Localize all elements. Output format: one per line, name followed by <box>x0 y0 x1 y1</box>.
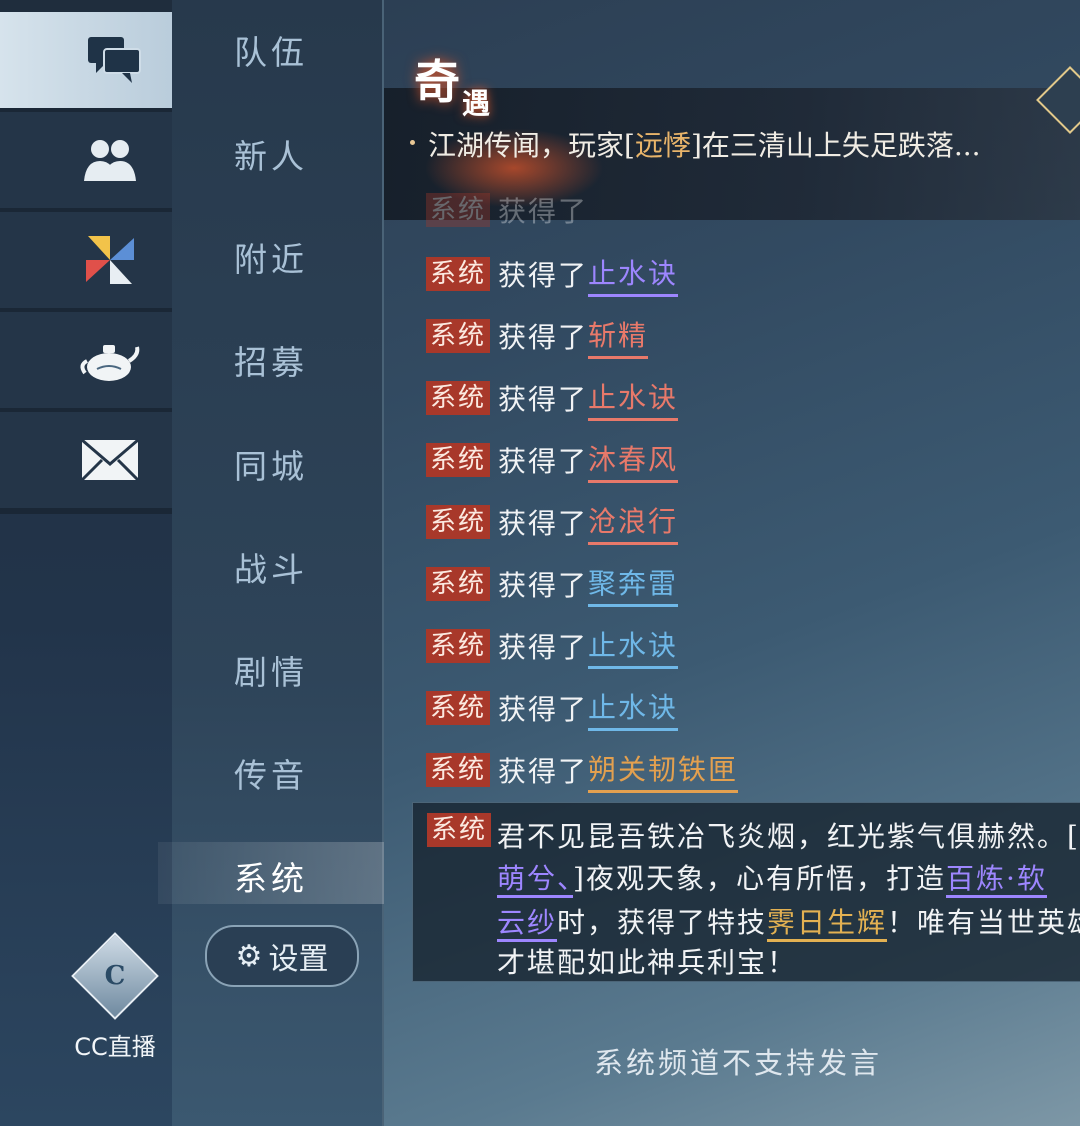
system-tag: 系统 <box>426 629 491 663</box>
chat-row: 系统 获得了 朔关韧铁匣 <box>426 752 739 793</box>
obtain-verb: 获得了 <box>498 693 589 726</box>
channel-city[interactable]: 同城 <box>234 440 308 488</box>
banner-message-prefix: 江湖传闻，玩家[ <box>428 129 635 162</box>
chat-row: 系统 获得了 止水诀 <box>426 380 679 421</box>
announcement-line-2: 萌兮、]夜观天象，心有所悟，打造百炼·软 <box>497 857 1047 898</box>
item-link[interactable]: 止水诀 <box>588 376 679 421</box>
obtain-verb: 获得了 <box>498 195 589 228</box>
announcement-skill[interactable]: 霁日生辉 <box>767 906 888 942</box>
announcement-weapon-part1[interactable]: 百炼·软 <box>945 862 1047 898</box>
channel-nearby[interactable]: 附近 <box>234 233 308 281</box>
obtain-verb: 获得了 <box>498 321 589 354</box>
announcement-line3-end: ！唯有当世英雄 <box>887 906 1080 939</box>
item-link[interactable]: 朔关韧铁匣 <box>588 748 739 793</box>
settings-label: 设置 <box>268 942 329 977</box>
channel-story[interactable]: 剧情 <box>234 646 308 694</box>
channel-whisper[interactable]: 传音 <box>234 749 308 797</box>
item-link[interactable]: 斩精 <box>588 314 649 359</box>
channel-team[interactable]: 队伍 <box>234 26 308 74</box>
item-link[interactable]: 止水诀 <box>588 252 679 297</box>
announcement-weapon-part2[interactable]: 云纱 <box>497 906 558 942</box>
sidebar-tab-chat[interactable] <box>0 12 176 114</box>
banner-message: 江湖传闻，玩家[远悸]在三清山上失足跌落... <box>428 124 981 164</box>
system-tag: 系统 <box>426 567 491 601</box>
chat-row: 系统 获得了 斩精 <box>426 318 649 359</box>
system-tag: 系统 <box>426 381 491 415</box>
announcement-line3-text: 时，获得了特技 <box>557 906 768 939</box>
system-tag: 系统 <box>426 257 491 291</box>
chat-row: 系统 获得了 止水诀 <box>426 628 679 669</box>
obtain-verb: 获得了 <box>498 569 589 602</box>
icon-sidebar: C CC直播 <box>0 0 176 1126</box>
sidebar-tab-teahouse[interactable] <box>0 312 172 414</box>
channel-notice: 系统频道不支持发言 <box>594 1046 883 1080</box>
system-announcement: 系统 君不见昆吾铁冶飞炎烟，红光紫气俱赫然。[ 萌兮、]夜观天象，心有所悟，打造… <box>412 802 1080 982</box>
channel-newbie[interactable]: 新人 <box>234 130 308 178</box>
item-link[interactable]: 止水诀 <box>588 624 679 669</box>
item-link[interactable]: 沧浪行 <box>588 500 679 545</box>
channel-recruit[interactable]: 招募 <box>234 336 308 384</box>
chat-panel: 奇 遇 江湖传闻，玩家[远悸]在三清山上失足跌落... 系统 获得了 系统 获得了… <box>384 0 1080 1126</box>
channel-battle[interactable]: 战斗 <box>234 543 308 591</box>
system-tag: 系统 <box>426 691 491 725</box>
teapot-icon <box>78 328 142 392</box>
obtain-verb: 获得了 <box>498 755 589 788</box>
channel-system[interactable]: 系统 <box>234 852 308 900</box>
system-tag: 系统 <box>426 443 491 477</box>
announcement-line4-text: 才堪配如此神兵利宝！ <box>497 946 798 979</box>
chat-bubbles-icon <box>82 28 146 92</box>
system-tag: 系统 <box>426 753 491 787</box>
cc-live-label: CC直播 <box>74 1033 156 1061</box>
system-tag: 系统 <box>426 505 491 539</box>
cc-live-icon: C <box>71 932 159 1020</box>
channel-list: 队伍 新人 附近 招募 同城 战斗 剧情 传音 系统 ⚙ 设置 <box>158 0 384 1126</box>
chat-row: 系统 获得了 止水诀 <box>426 690 679 731</box>
obtain-verb: 获得了 <box>498 259 589 292</box>
settings-button[interactable]: ⚙ 设置 <box>205 925 359 987</box>
banner-player-name[interactable]: 远悸 <box>635 129 691 162</box>
announcement-line-4: 才堪配如此神兵利宝！ <box>497 941 797 981</box>
system-tag: 系统 <box>427 813 492 847</box>
announcement-line-1: 君不见昆吾铁冶飞炎烟，红光紫气俱赫然。[ <box>497 815 1080 855</box>
item-link[interactable]: 聚奔雷 <box>588 562 679 607</box>
obtain-verb: 获得了 <box>498 507 589 540</box>
item-link[interactable]: 止水诀 <box>588 686 679 731</box>
pinwheel-icon <box>78 228 142 292</box>
chat-row-hidden: 系统 获得了 <box>426 192 588 228</box>
obtain-verb: 获得了 <box>498 445 589 478</box>
sidebar-tab-pinwheel[interactable] <box>0 212 172 314</box>
obtain-verb: 获得了 <box>498 631 589 664</box>
banner-title-small: 遇 <box>462 87 491 120</box>
chat-row: 系统 获得了 聚奔雷 <box>426 566 679 607</box>
mail-icon <box>78 428 142 492</box>
system-tag: 系统 <box>426 319 491 353</box>
banner-title-big: 奇 <box>414 55 460 109</box>
banner-bullet <box>410 140 415 145</box>
banner-message-suffix: ]在三清山上失足跌落... <box>690 129 981 162</box>
item-link[interactable]: 沐春风 <box>588 438 679 483</box>
announcement-player[interactable]: 萌兮、 <box>497 862 574 898</box>
system-tag: 系统 <box>426 193 491 227</box>
announcement-line1-text: 君不见昆吾铁冶飞炎烟，红光紫气俱赫然。[ <box>497 820 1080 853</box>
friends-icon <box>78 128 142 192</box>
cc-live-button[interactable]: C CC直播 <box>60 932 170 1062</box>
chat-row: 系统 获得了 沐春风 <box>426 442 679 483</box>
announcement-line-3: 云纱时，获得了特技霁日生辉！唯有当世英雄 <box>497 901 1080 942</box>
sidebar-tab-mail[interactable] <box>0 412 172 514</box>
chat-row: 系统 获得了 沧浪行 <box>426 504 679 545</box>
obtain-verb: 获得了 <box>498 383 589 416</box>
gear-icon: ⚙ <box>235 938 263 974</box>
chat-row: 系统 获得了 止水诀 <box>426 256 679 297</box>
sidebar-tab-friends[interactable] <box>0 112 172 214</box>
announcement-line2-text: ]夜观天象，心有所悟，打造 <box>573 862 946 895</box>
